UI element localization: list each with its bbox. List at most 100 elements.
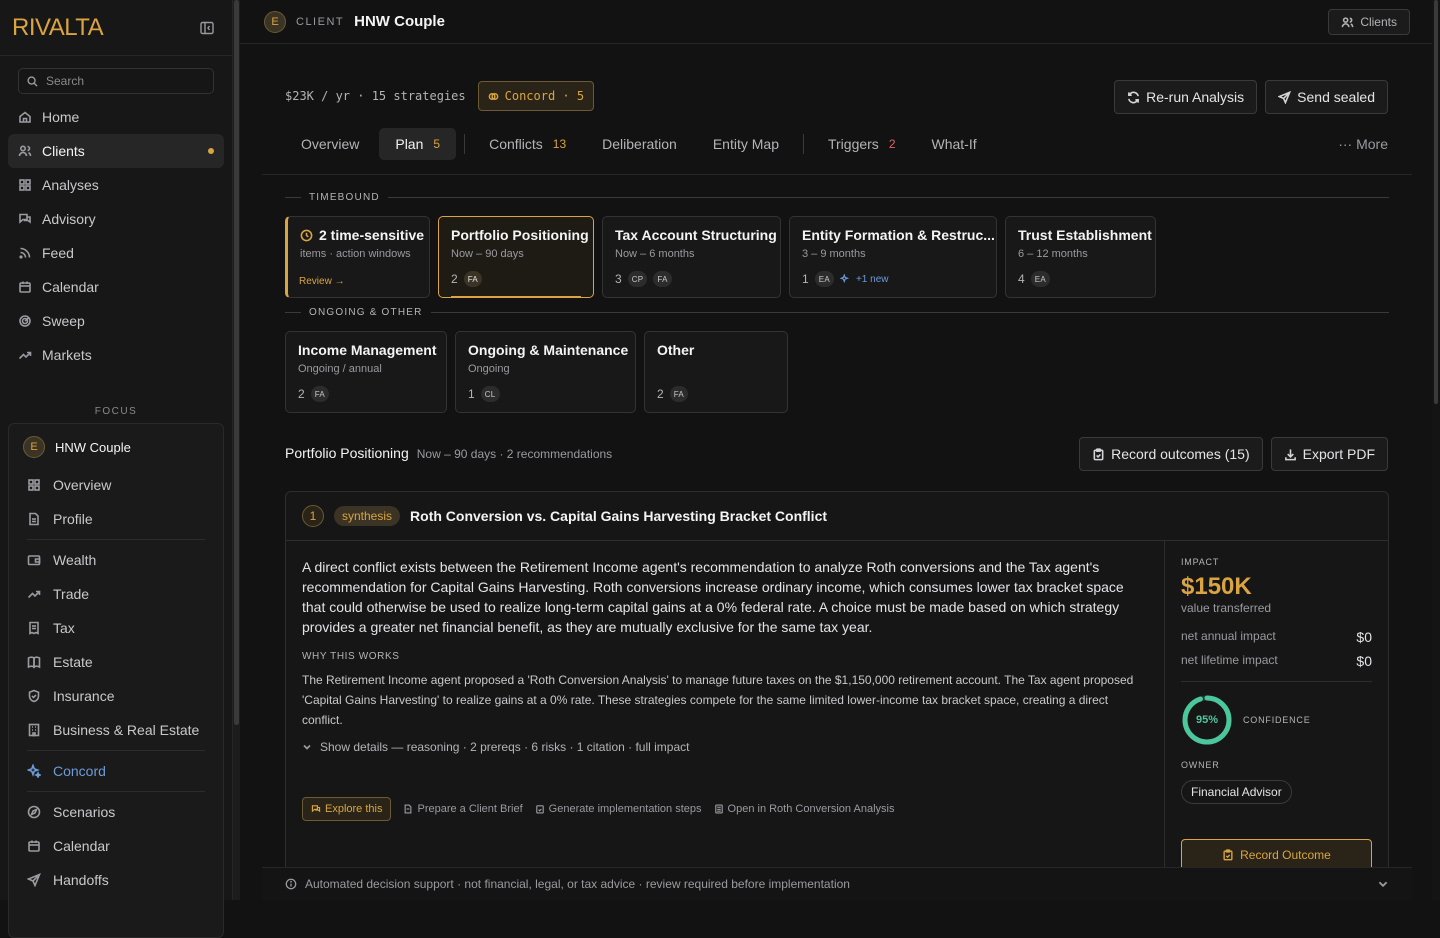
category-card-income-management[interactable]: Income Management Ongoing / annual 2 FA (285, 331, 447, 413)
focus-item-handoffs[interactable]: Handoffs (9, 863, 223, 897)
tab-what-if[interactable]: What-If (916, 128, 993, 160)
recommendation-card: 1 synthesis Roth Conversion vs. Capital … (285, 491, 1389, 867)
calendar-icon (18, 280, 32, 294)
concord-icon (488, 91, 499, 102)
concord-pill[interactable]: Concord · 5 (477, 81, 595, 111)
open-analysis-label: Open in Roth Conversion Analysis (727, 803, 895, 815)
tab-count: 2 (888, 137, 896, 151)
send-sealed-button[interactable]: Send sealed (1265, 80, 1388, 114)
scrollbar-thumb[interactable] (234, 0, 239, 725)
focus-item-trade[interactable]: Trade (9, 577, 223, 611)
focus-client-name: HNW Couple (55, 439, 131, 455)
tab-deliberation[interactable]: Deliberation (586, 128, 693, 160)
impact-panel: IMPACT $150K value transferred net annua… (1164, 541, 1388, 867)
review-link[interactable]: Review → (299, 276, 345, 287)
collapse-sidebar-icon[interactable] (200, 21, 214, 35)
category-card-portfolio-positioning[interactable]: Portfolio Positioning Now – 90 days 2 FA (438, 216, 594, 298)
nav-item-feed[interactable]: Feed (8, 236, 224, 270)
nav-item-label: Home (42, 109, 80, 125)
time-sensitive-card[interactable]: 2 time-sensitive items · action windows … (285, 216, 430, 298)
category-card-tax-account-structuring[interactable]: Tax Account Structuring Now – 6 months 3… (602, 216, 781, 298)
show-details-toggle[interactable]: Show details — reasoning · 2 prereqs · 6… (302, 740, 1148, 754)
more-tabs-button[interactable]: ··· More (1338, 136, 1388, 152)
wallet-icon (27, 553, 41, 567)
nav-item-home[interactable]: Home (8, 100, 224, 134)
recommendation-header[interactable]: 1 synthesis Roth Conversion vs. Capital … (286, 492, 1388, 541)
open-analysis-link[interactable]: Open in Roth Conversion Analysis (714, 803, 895, 815)
nav-item-advisory[interactable]: Advisory (8, 202, 224, 236)
category-card-other[interactable]: Other 2 FA (644, 331, 788, 413)
owner-label: OWNER (1181, 760, 1220, 770)
rerun-label: Re-run Analysis (1146, 89, 1245, 105)
record-outcomes-button[interactable]: Record outcomes (15) (1079, 437, 1263, 471)
tab-label: Entity Map (712, 136, 779, 152)
focus-item-concord[interactable]: Concord (9, 754, 223, 788)
focus-item-label: Handoffs (53, 872, 109, 888)
nav-item-label: Clients (42, 143, 85, 159)
focus-item-estate[interactable]: Estate (9, 645, 223, 679)
focus-item-wealth[interactable]: Wealth (9, 543, 223, 577)
impact-label: IMPACT (1181, 557, 1220, 567)
net-annual-impact: net annual impact $0 (1181, 629, 1372, 645)
card-title: Income Management (298, 342, 437, 358)
client-brief-label: Prepare a Client Brief (417, 803, 523, 815)
impact-value: $150K (1181, 573, 1252, 600)
document-icon (403, 804, 413, 814)
header-actions: Re-run Analysis Send sealed (1114, 80, 1388, 114)
confidence-value: 95% (1195, 714, 1219, 726)
nav-item-calendar[interactable]: Calendar (8, 270, 224, 304)
focus-item-calendar[interactable]: Calendar (9, 829, 223, 863)
tab-conflicts[interactable]: Conflicts 13 (473, 128, 582, 160)
clients-button[interactable]: Clients (1328, 9, 1410, 35)
nav-item-sweep[interactable]: Sweep (8, 304, 224, 338)
sparkle-icon (839, 274, 850, 284)
focus-item-label: Profile (53, 511, 93, 527)
focus-item-overview[interactable]: Overview (9, 468, 223, 502)
avatar: E (264, 10, 286, 33)
explore-button[interactable]: Explore this (302, 797, 392, 821)
export-pdf-button[interactable]: Export PDF (1270, 437, 1388, 471)
kv-label: net annual impact (1181, 629, 1276, 643)
section-label-text: TIMEBOUND (309, 192, 380, 203)
record-outcome-button[interactable]: Record Outcome (1181, 839, 1372, 867)
card-count: 1 (468, 387, 475, 401)
focus-section-label: FOCUS (94, 406, 138, 417)
tab-triggers[interactable]: Triggers 2 (812, 128, 912, 160)
tab-entity-map[interactable]: Entity Map (697, 128, 795, 160)
category-card-ongoing-maintenance[interactable]: Ongoing & Maintenance Ongoing 1 CL (455, 331, 636, 413)
search-input[interactable]: Search (18, 68, 214, 94)
client-brief-link[interactable]: Prepare a Client Brief (403, 803, 523, 815)
divider (802, 134, 804, 154)
selected-category-title: Portfolio Positioning (285, 445, 409, 461)
focus-item-profile[interactable]: Profile (9, 502, 223, 536)
divider (27, 750, 205, 751)
focus-item-business-real-estate[interactable]: Business & Real Estate (9, 713, 223, 747)
nav-item-clients[interactable]: Clients (8, 134, 224, 168)
main-nav: Home Clients Analyses Advisory Feed Cale… (0, 100, 232, 372)
card-subtitle: Now – 6 months (615, 248, 695, 260)
focus-item-scenarios[interactable]: Scenarios (9, 795, 223, 829)
scrollbar-thumb[interactable] (1434, 0, 1438, 404)
focus-item-label: Calendar (53, 838, 110, 854)
tab-label: Overview (301, 136, 360, 152)
chevron-down-icon[interactable] (1377, 878, 1389, 890)
card-subtitle: Now – 90 days (451, 248, 524, 260)
category-card-entity-formation[interactable]: Entity Formation & Restruc... 3 – 9 mont… (789, 216, 997, 298)
implementation-steps-link[interactable]: Generate implementation steps (535, 803, 702, 815)
focus-client[interactable]: E HNW Couple (9, 430, 223, 468)
focus-item-insurance[interactable]: Insurance (9, 679, 223, 713)
calculator-icon (714, 804, 724, 814)
app-logo[interactable]: RIVALTA (12, 14, 104, 42)
sidebar-scrollbar[interactable] (233, 0, 240, 900)
recommendation-title: Roth Conversion vs. Capital Gains Harves… (410, 508, 828, 524)
tab-overview[interactable]: Overview (285, 128, 375, 160)
compass-icon (27, 805, 41, 819)
category-card-trust-establishment[interactable]: Trust Establishment 6 – 12 months 4 EA (1005, 216, 1156, 298)
tab-plan[interactable]: Plan 5 (379, 128, 457, 160)
client-header: E CLIENT HNW Couple Clients (240, 0, 1440, 44)
main-scrollbar[interactable] (1432, 0, 1440, 900)
nav-item-markets[interactable]: Markets (8, 338, 224, 372)
nav-item-analyses[interactable]: Analyses (8, 168, 224, 202)
rerun-analysis-button[interactable]: Re-run Analysis (1114, 80, 1258, 114)
focus-item-tax[interactable]: Tax (9, 611, 223, 645)
